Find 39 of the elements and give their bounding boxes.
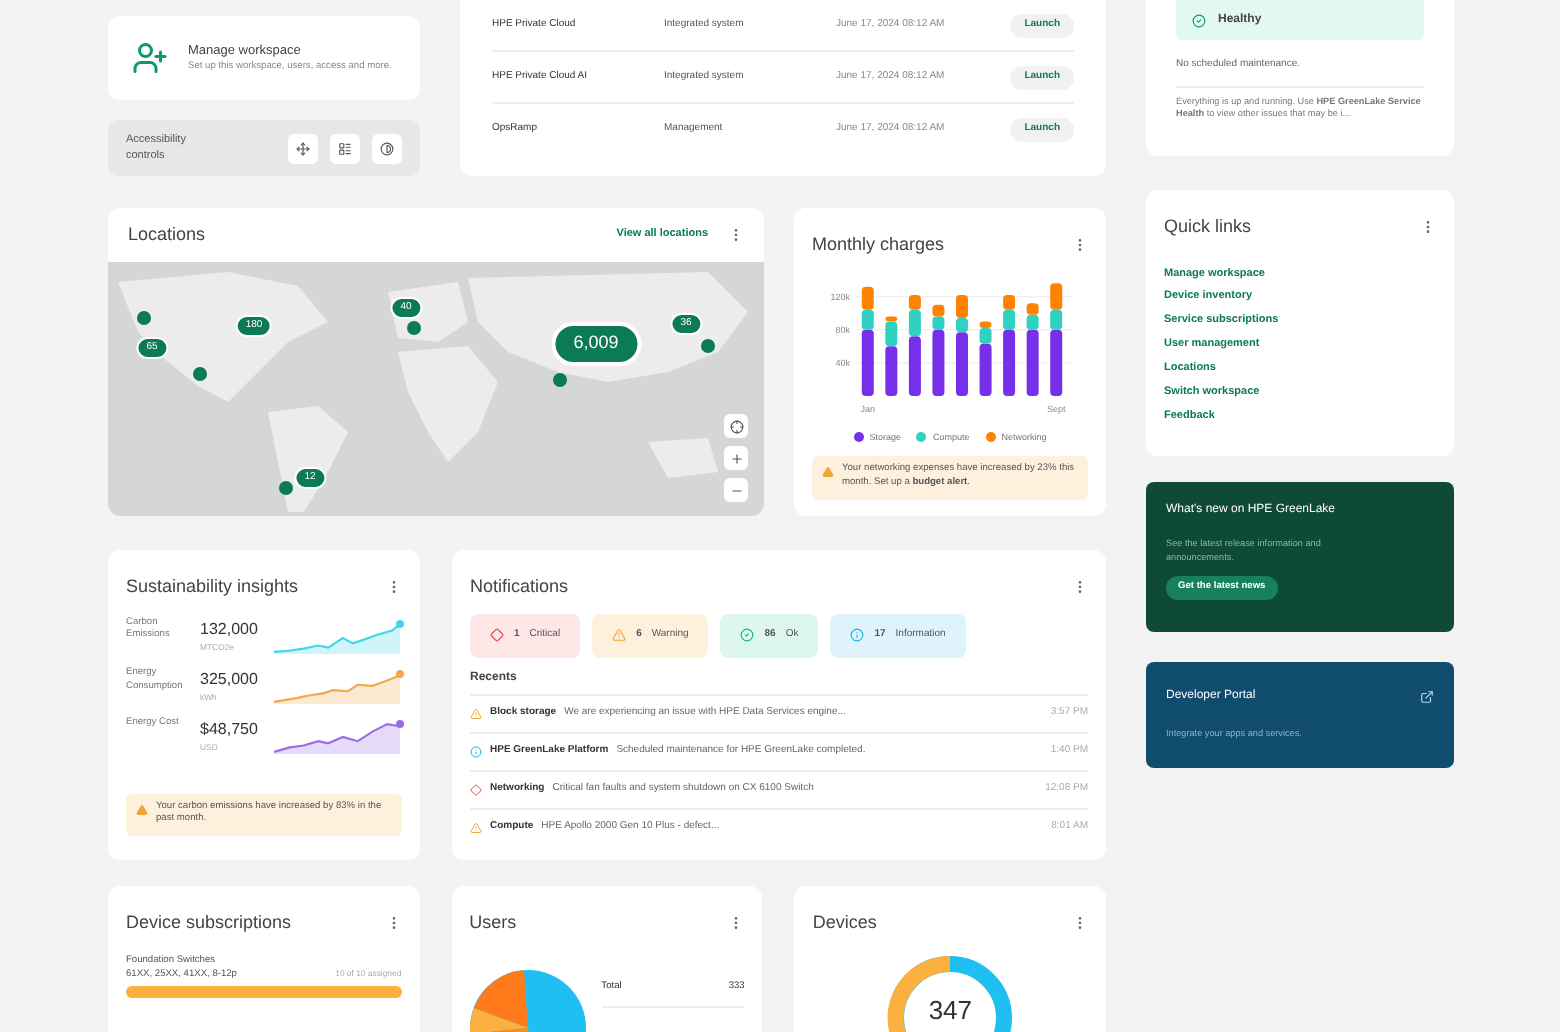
- metric-value: 325,000: [200, 667, 260, 692]
- info-icon: [470, 745, 482, 757]
- locate-button[interactable]: [724, 414, 748, 438]
- map-cluster[interactable]: 6,009: [551, 322, 641, 366]
- list-icon: [338, 141, 352, 155]
- layout-button[interactable]: [330, 133, 360, 163]
- move-button[interactable]: [288, 133, 318, 163]
- metric-value: $48,750: [200, 718, 260, 743]
- plus-icon: [729, 451, 743, 465]
- card-title: Locations: [128, 221, 206, 248]
- card-title: Quick links: [1164, 214, 1252, 240]
- warning-icon: [136, 803, 148, 816]
- warning-icon: [470, 821, 482, 833]
- card-title: Sustainability insights: [126, 574, 299, 600]
- check-circle-icon: [740, 628, 755, 642]
- check-circle-icon: [1192, 13, 1206, 27]
- contrast-icon: [380, 141, 394, 155]
- card-title: Device subscriptions: [126, 910, 292, 936]
- move-icon: [296, 141, 310, 155]
- metric-value: 132,000: [200, 617, 260, 641]
- crosshair-icon: [729, 419, 743, 433]
- zoom-in-button[interactable]: [724, 446, 748, 470]
- warning-icon: [822, 466, 834, 479]
- warning-icon: [612, 628, 627, 642]
- card-title: Notifications: [470, 574, 569, 600]
- add-user-icon: [132, 40, 168, 76]
- devices-total: 347: [928, 996, 973, 1023]
- external-link-icon: [1420, 690, 1434, 704]
- info-icon: [850, 628, 865, 642]
- sparkline-chart: [274, 621, 402, 654]
- diamond-alert-icon: [490, 628, 504, 642]
- sparkline-chart: [274, 722, 402, 755]
- contrast-button[interactable]: [372, 133, 402, 163]
- card-title: Monthly charges: [812, 232, 945, 258]
- card-title: Users: [469, 910, 517, 936]
- card-title: Devices: [812, 910, 877, 936]
- diamond-alert-icon: [470, 783, 482, 795]
- sparkline-chart: [274, 672, 402, 705]
- warning-icon: [470, 707, 482, 719]
